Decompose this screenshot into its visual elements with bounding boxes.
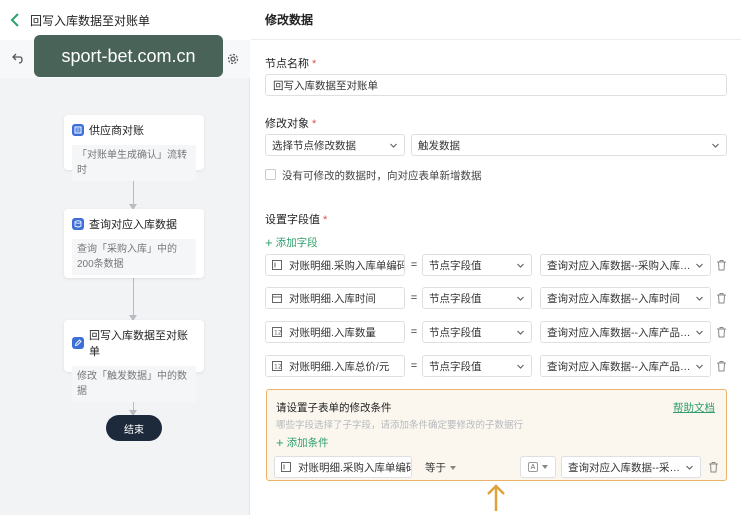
caret-down-icon	[542, 465, 548, 469]
node-title: 查询对应入库数据	[89, 219, 177, 231]
condition-title: 请设置子表单的修改条件	[276, 402, 392, 414]
equals-sign: =	[410, 259, 418, 271]
panel-title: 修改数据	[251, 0, 741, 40]
node-title: 回写入库数据至对账单	[89, 330, 188, 358]
target-node-select[interactable]: 选择节点修改数据	[265, 134, 405, 156]
condition-hint: 哪些字段选择了子字段，请添加条件确定要修改的子数据行	[276, 420, 524, 431]
add-if-missing-checkbox[interactable]	[265, 169, 276, 180]
arrow-up-icon	[487, 484, 505, 511]
condition-operator-select[interactable]: 等于	[425, 460, 456, 475]
field-row-source-select[interactable]: 节点字段值	[422, 355, 532, 377]
number-field-icon: 12	[272, 361, 282, 371]
end-node: 结束	[106, 415, 162, 441]
date-field-icon	[272, 293, 282, 303]
flow-canvas: 回写入库数据至对账单 sport-bet.com.cn 供应商对账 「对账单生成…	[0, 0, 250, 515]
field-row-field[interactable]: 12 对账明细.入库总价/元	[265, 355, 405, 377]
node-desc: 查询「采购入库」中的200条数据	[72, 239, 196, 275]
field-row-field[interactable]: 12 对账明细.入库数量	[265, 321, 405, 343]
checkbox-label: 没有可修改的数据时，向对应表单新增数据	[282, 170, 482, 182]
node-name-input[interactable]: 回写入库数据至对账单	[265, 74, 727, 96]
condition-field[interactable]: 对账明细.采购入库单编码	[274, 456, 412, 478]
flow-node-query-inbound[interactable]: 查询对应入库数据 查询「采购入库」中的200条数据	[64, 209, 204, 278]
value-type-select[interactable]: A	[520, 456, 556, 478]
chevron-down-icon	[695, 294, 704, 303]
node-desc: 「对账单生成确认」流转时	[72, 145, 196, 181]
node-name-label: 节点名称 *	[265, 58, 317, 70]
fields-label: 设置字段值 *	[265, 214, 328, 226]
field-row-source-select[interactable]: 节点字段值	[422, 287, 532, 309]
chevron-down-icon	[695, 362, 704, 371]
flow-header: 回写入库数据至对账单	[0, 0, 250, 40]
target-data-select[interactable]: 触发数据	[411, 134, 727, 156]
add-field-button[interactable]: + 添加字段	[265, 235, 318, 250]
property-panel: 修改数据 节点名称 * 回写入库数据至对账单 修改对象 * 选择节点修改数据 触发数…	[251, 0, 741, 515]
chevron-down-icon	[695, 261, 704, 270]
trash-icon[interactable]	[716, 326, 727, 338]
caret-down-icon	[450, 465, 456, 470]
number-field-icon: 12	[272, 327, 282, 337]
text-field-icon	[272, 260, 282, 270]
flow-node-writeback[interactable]: 回写入库数据至对账单 修改「触发数据」中的数据	[64, 320, 204, 402]
equals-sign: =	[410, 292, 418, 304]
chevron-down-icon	[695, 328, 704, 337]
trash-icon[interactable]	[716, 259, 727, 271]
node-desc: 修改「触发数据」中的数据	[72, 366, 196, 402]
svg-text:12: 12	[274, 330, 282, 337]
subform-condition-box: 请设置子表单的修改条件 帮助文档 哪些字段选择了子字段，请添加条件确定要修改的子…	[266, 389, 727, 481]
edit-icon	[72, 337, 84, 349]
flow-title: 回写入库数据至对账单	[30, 13, 151, 28]
flow-node-supplier-reconcile[interactable]: 供应商对账 「对账单生成确认」流转时	[64, 115, 204, 181]
database-icon	[72, 218, 84, 230]
equals-sign: =	[410, 326, 418, 338]
add-condition-button[interactable]: + 添加条件	[276, 435, 329, 450]
chevron-down-icon	[516, 328, 525, 337]
node-title: 供应商对账	[89, 125, 144, 137]
form-icon	[72, 124, 84, 136]
condition-value-select[interactable]: 查询对应入库数据--采购...	[561, 456, 701, 478]
field-row-value-select[interactable]: 查询对应入库数据--入库时间	[540, 287, 711, 309]
chevron-down-icon	[685, 463, 694, 472]
chevron-down-icon	[516, 294, 525, 303]
equals-sign: =	[410, 360, 418, 372]
field-row-source-select[interactable]: 节点字段值	[422, 254, 532, 276]
field-row-value-select[interactable]: 查询对应入库数据--入库产品总数	[540, 321, 711, 343]
chevron-down-icon	[516, 261, 525, 270]
target-label: 修改对象 *	[265, 118, 317, 130]
watermark: sport-bet.com.cn	[34, 35, 223, 77]
field-row-field[interactable]: 对账明细.采购入库单编码	[265, 254, 405, 276]
field-row-value-select[interactable]: 查询对应入库数据--采购入库单...	[540, 254, 711, 276]
trash-icon[interactable]	[708, 461, 719, 473]
text-field-icon	[281, 462, 291, 472]
chevron-down-icon	[711, 141, 720, 150]
svg-text:12: 12	[274, 364, 282, 371]
field-row-value-select[interactable]: 查询对应入库数据--入库产品采...	[540, 355, 711, 377]
back-icon[interactable]	[8, 13, 22, 27]
chevron-down-icon	[516, 362, 525, 371]
help-doc-link[interactable]: 帮助文档	[673, 400, 715, 415]
field-row-field[interactable]: 对账明细.入库时间	[265, 287, 405, 309]
text-type-icon: A	[528, 462, 538, 472]
undo-icon[interactable]	[10, 52, 24, 66]
trash-icon[interactable]	[716, 360, 727, 372]
field-row-source-select[interactable]: 节点字段值	[422, 321, 532, 343]
chevron-down-icon	[389, 141, 398, 150]
settings-icon[interactable]	[226, 52, 240, 66]
trash-icon[interactable]	[716, 292, 727, 304]
